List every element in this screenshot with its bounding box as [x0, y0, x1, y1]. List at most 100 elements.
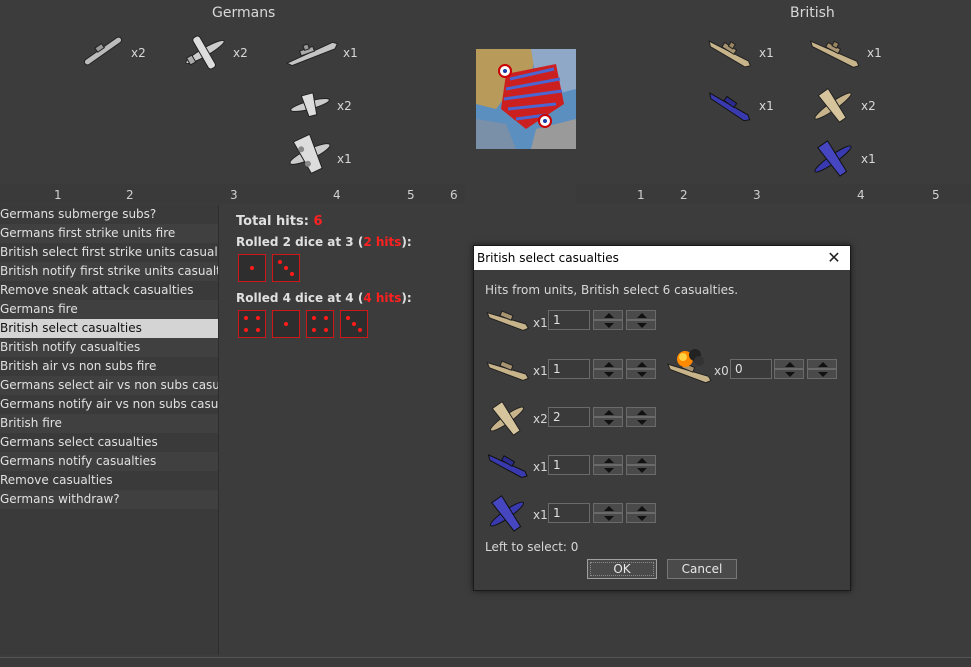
unit-count: x1 — [867, 46, 882, 60]
left-to-select: Left to select: 0 — [485, 540, 579, 554]
close-icon[interactable]: ✕ — [824, 248, 844, 268]
min-button[interactable] — [626, 369, 656, 379]
die-face — [340, 310, 368, 338]
die-face — [272, 254, 300, 282]
min-button[interactable] — [626, 417, 656, 427]
die-column-label: 4 — [857, 188, 865, 202]
battle-step-item[interactable]: Remove sneak attack casualties — [0, 281, 218, 300]
battle-step-item[interactable]: Germans notify casualties — [0, 452, 218, 471]
blue-destroyer-icon — [484, 447, 532, 486]
british-battleship-icon — [704, 32, 756, 74]
german-battleship-icon — [283, 34, 341, 72]
die-pip — [255, 327, 260, 332]
max-button[interactable] — [626, 310, 656, 320]
increment-button[interactable] — [593, 359, 623, 369]
die-column-label: 1 — [637, 188, 645, 202]
unit-count: x1 — [533, 364, 548, 378]
die-pip — [312, 316, 317, 321]
british-fighter-icon — [808, 86, 858, 126]
casualty-count-field[interactable]: 0 — [730, 359, 772, 379]
battle-step-item[interactable]: British fire — [0, 414, 218, 433]
battle-step-item[interactable]: Germans fire — [0, 300, 218, 319]
roll-1-prefix: Rolled 2 dice at 3 ( — [236, 235, 364, 249]
die-column-label: 3 — [753, 188, 761, 202]
max-button[interactable] — [626, 407, 656, 417]
casualty-count-field[interactable]: 2 — [548, 407, 590, 427]
max-button[interactable] — [626, 455, 656, 465]
die-pip — [289, 271, 294, 276]
battle-step-item[interactable]: British select casualties — [0, 319, 218, 338]
ok-button[interactable]: OK — [587, 559, 657, 579]
decrement-button[interactable] — [593, 417, 623, 427]
decrement-button[interactable] — [593, 369, 623, 379]
german-submarine-icon — [78, 30, 128, 72]
dialog-message: Hits from units, British select 6 casual… — [485, 283, 739, 297]
unit-count: x1 — [343, 46, 358, 60]
battle-step-item[interactable]: British select first strike units casual… — [0, 243, 218, 262]
decrement-button[interactable] — [593, 513, 623, 523]
british-battleship-icon — [806, 32, 864, 74]
british-battleship-icon — [484, 303, 532, 340]
battle-step-item[interactable]: British air vs non subs fire — [0, 357, 218, 376]
cancel-button[interactable]: Cancel — [667, 559, 737, 579]
roll-2-suffix: ): — [401, 291, 412, 305]
casualty-count-field[interactable]: 1 — [548, 455, 590, 475]
battle-steps-list[interactable]: Germans submerge subs? Germans first stri… — [0, 205, 219, 655]
die-pip — [255, 316, 260, 321]
british-title: British — [790, 5, 835, 21]
total-hits-label: Total hits: — [236, 214, 309, 229]
increment-button[interactable] — [593, 455, 623, 465]
casualty-count-field[interactable]: 1 — [548, 503, 590, 523]
die-column-label: 6 — [450, 188, 458, 202]
battle-step-item[interactable]: British notify casualties — [0, 338, 218, 357]
casualty-count-field[interactable]: 1 — [548, 359, 590, 379]
max-button[interactable] — [626, 359, 656, 369]
unit-count: x1 — [533, 508, 548, 522]
dialog-titlebar[interactable]: British select casualties ✕ — [474, 246, 850, 270]
decrement-button[interactable] — [593, 320, 623, 330]
increment-button[interactable] — [774, 359, 804, 369]
min-button[interactable] — [626, 320, 656, 330]
min-button[interactable] — [626, 465, 656, 475]
decrement-button[interactable] — [774, 369, 804, 379]
unit-count: x1 — [759, 46, 774, 60]
select-casualties-dialog: British select casualties ✕ Hits from un… — [473, 245, 851, 591]
battle-step-item[interactable]: British notify first strike units casual… — [0, 262, 218, 281]
unit-count: x1 — [533, 460, 548, 474]
min-button[interactable] — [626, 513, 656, 523]
decrement-button[interactable] — [593, 465, 623, 475]
unit-count: x2 — [861, 99, 876, 113]
die-pip — [312, 327, 317, 332]
battle-step-item[interactable]: Germans select air vs non subs casualtie… — [0, 376, 218, 395]
battle-step-item[interactable]: Germans withdraw? — [0, 490, 218, 509]
max-button[interactable] — [626, 503, 656, 513]
die-column-label: 4 — [333, 188, 341, 202]
british-fighter-icon — [484, 398, 530, 443]
german-fighter-icon — [180, 30, 230, 74]
battle-step-item[interactable]: Germans notify air vs non subs casualtie… — [0, 395, 218, 414]
die-pip — [284, 266, 288, 270]
battle-step-item[interactable]: Germans select casualties — [0, 433, 218, 452]
min-button[interactable] — [807, 369, 837, 379]
damaged-battleship-icon — [665, 347, 715, 394]
battle-step-item[interactable]: Remove casualties — [0, 471, 218, 490]
blue-fighter-icon — [808, 138, 858, 180]
roll-2-prefix: Rolled 4 dice at 4 ( — [236, 291, 364, 305]
increment-button[interactable] — [593, 310, 623, 320]
blue-destroyer-icon — [704, 86, 756, 126]
die-pip — [323, 316, 328, 321]
increment-button[interactable] — [593, 407, 623, 417]
die-pip — [284, 322, 288, 326]
battle-step-item[interactable]: Germans first strike units fire — [0, 224, 218, 243]
die-pip — [357, 327, 362, 332]
max-button[interactable] — [807, 359, 837, 369]
die-column-label: 3 — [230, 188, 238, 202]
increment-button[interactable] — [593, 503, 623, 513]
battle-step-item[interactable]: Germans submerge subs? — [0, 205, 218, 224]
casualty-count-field[interactable]: 1 — [548, 310, 590, 330]
die-pip — [244, 316, 249, 321]
unit-count: x2 — [131, 46, 146, 60]
die-column-label: 5 — [932, 188, 940, 202]
unit-count: x1 — [337, 152, 352, 166]
unit-count: x2 — [233, 46, 248, 60]
